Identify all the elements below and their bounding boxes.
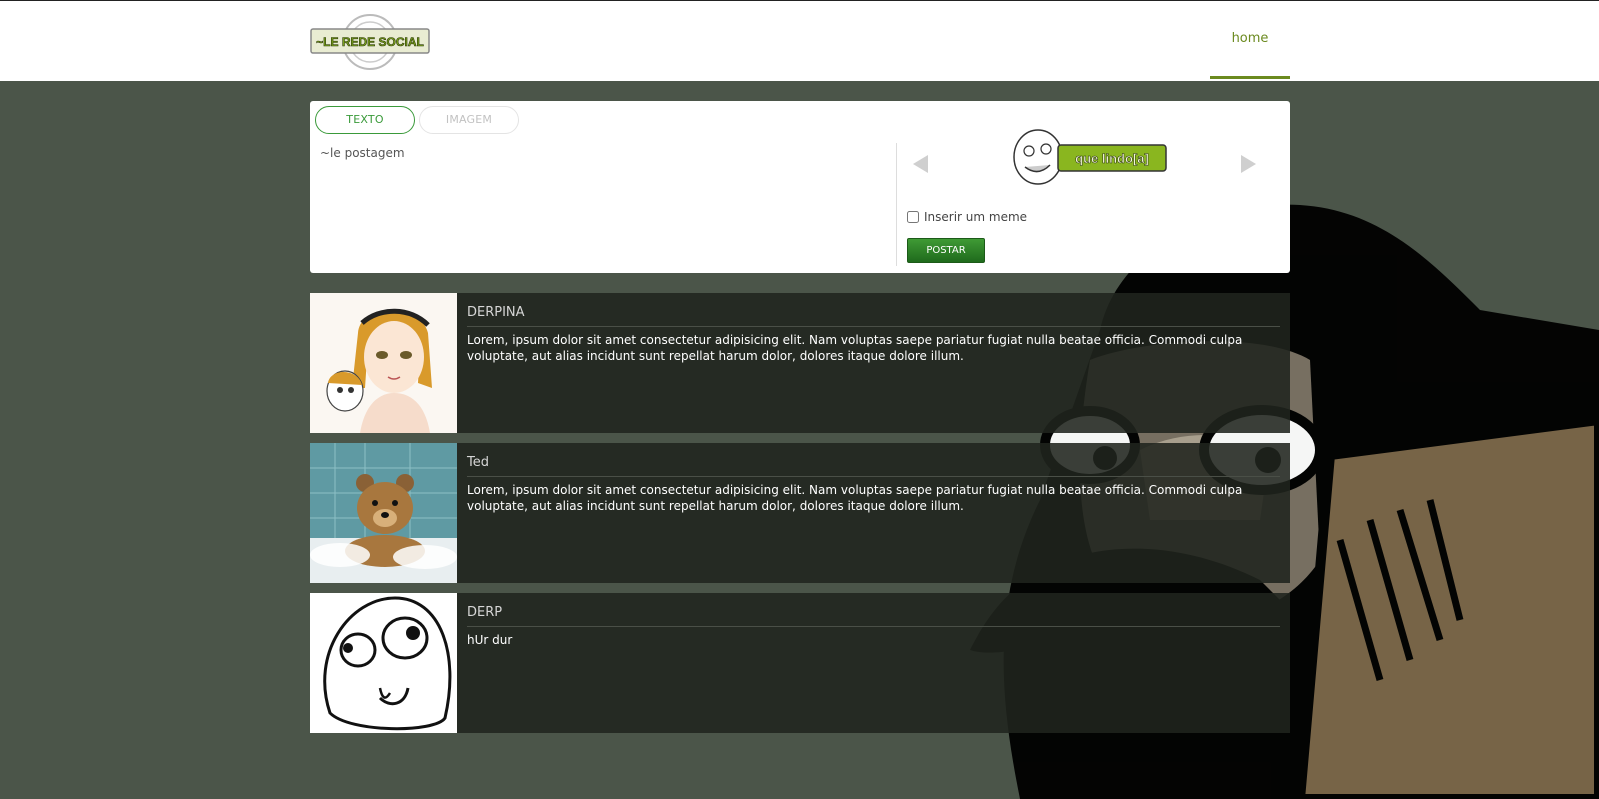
insert-meme-label: Inserir um meme	[924, 210, 1028, 224]
composer-divider	[896, 143, 897, 266]
post-body-text: hUr dur	[467, 633, 513, 647]
meme-preview-caption: que lindo[a]	[1075, 151, 1149, 166]
post-author-name[interactable]: DERP	[467, 605, 1280, 627]
teddy-bear-avatar	[310, 443, 457, 583]
insert-meme-checkbox[interactable]	[907, 211, 919, 223]
top-header: ~LE REDE SOCIAL home	[0, 0, 1599, 81]
insert-meme-option[interactable]: Inserir um meme	[907, 209, 1027, 225]
post-author-name[interactable]: Ted	[467, 455, 1280, 477]
post-feed: DERPINA Lorem, ipsum dolor sit amet cons…	[310, 293, 1290, 743]
meme-prev-arrow-icon[interactable]	[910, 153, 932, 175]
post-body-text: Lorem, ipsum dolor sit amet consectetur …	[467, 333, 1243, 363]
postar-button[interactable]: POSTAR	[907, 238, 985, 263]
svg-text:~LE REDE SOCIAL: ~LE REDE SOCIAL	[316, 35, 424, 49]
derpina-avatar	[310, 293, 457, 433]
tab-texto[interactable]: TEXTO	[315, 106, 415, 134]
meme-preview-image: que lindo[a]	[1013, 129, 1167, 185]
tab-imagem[interactable]: IMAGEM	[419, 106, 519, 134]
post-body-text: Lorem, ipsum dolor sit amet consectetur …	[467, 483, 1243, 513]
meme-next-arrow-icon[interactable]	[1237, 153, 1259, 175]
post-composer: TEXTO IMAGEM que lindo[a] Inserir um mem…	[310, 101, 1290, 273]
derp-face-avatar	[310, 593, 457, 733]
site-logo[interactable]: ~LE REDE SOCIAL	[310, 13, 431, 71]
feed-post: Ted Lorem, ipsum dolor sit amet consecte…	[310, 443, 1290, 583]
nav-home-link[interactable]: home	[1210, 1, 1290, 79]
post-text-input[interactable]	[320, 146, 890, 266]
feed-post: DERP hUr dur	[310, 593, 1290, 733]
feed-post: DERPINA Lorem, ipsum dolor sit amet cons…	[310, 293, 1290, 433]
post-author-name[interactable]: DERPINA	[467, 305, 1280, 327]
